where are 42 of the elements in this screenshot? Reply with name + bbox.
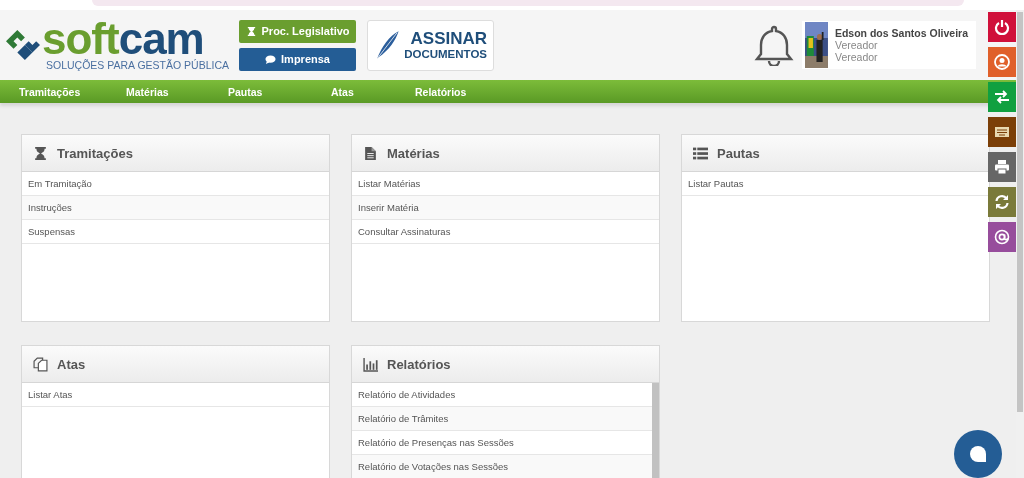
- bar-chart-icon: [363, 356, 378, 372]
- power-icon: [994, 19, 1010, 35]
- header-button[interactable]: Imprensa: [239, 47, 357, 71]
- speech-bubble-icon: [265, 53, 277, 65]
- at-sign-icon: [994, 229, 1010, 245]
- copy-icon: [33, 356, 48, 372]
- panel-title: Matérias: [387, 145, 440, 161]
- menu-item[interactable]: Suspensas: [22, 220, 329, 244]
- menu-item[interactable]: Relatório de Votações nas Sessões: [352, 455, 652, 478]
- panel-title: Atas: [57, 356, 86, 372]
- chat-bubble-icon: [968, 444, 988, 464]
- logo-tagline: SOLUÇÕES PARA GESTÃO PÚBLICA: [46, 59, 230, 71]
- user-icon: [994, 54, 1010, 70]
- side-button[interactable]: [988, 222, 1016, 252]
- chat-button[interactable]: [954, 430, 1002, 478]
- user-position: Vereador: [834, 51, 879, 63]
- swap-icon: [994, 89, 1010, 105]
- menu-item[interactable]: Relatório de Trâmites: [352, 407, 652, 431]
- side-button[interactable]: [988, 82, 1016, 112]
- logo-wordmark: softcam: [42, 19, 204, 59]
- side-button[interactable]: [988, 47, 1016, 77]
- user-role: Vereador: [834, 39, 879, 51]
- hourglass-icon: [33, 145, 48, 161]
- keyboard-icon: [994, 124, 1010, 140]
- hourglass-icon: [245, 25, 257, 37]
- side-button[interactable]: [988, 152, 1016, 182]
- document-icon: [363, 145, 378, 161]
- sign-documents-button[interactable]: ASSINAR DOCUMENTOS: [367, 19, 495, 71]
- logo-icon: [6, 27, 40, 63]
- printer-icon: [994, 159, 1010, 175]
- user-name: Edson dos Santos Oliveira: [834, 27, 968, 39]
- panel-title: Pautas: [717, 145, 760, 161]
- bell-icon[interactable]: [754, 24, 794, 66]
- panel-title: Tramitações: [57, 145, 133, 161]
- refresh-icon: [994, 194, 1010, 210]
- side-button[interactable]: [988, 117, 1016, 147]
- menu-item[interactable]: Listar Atas: [22, 383, 329, 407]
- list-icon: [693, 145, 708, 161]
- side-button[interactable]: [988, 187, 1016, 217]
- panel-title: Relatórios: [387, 356, 451, 372]
- side-button[interactable]: [988, 12, 1016, 42]
- menu-item[interactable]: Consultar Assinaturas: [352, 220, 659, 244]
